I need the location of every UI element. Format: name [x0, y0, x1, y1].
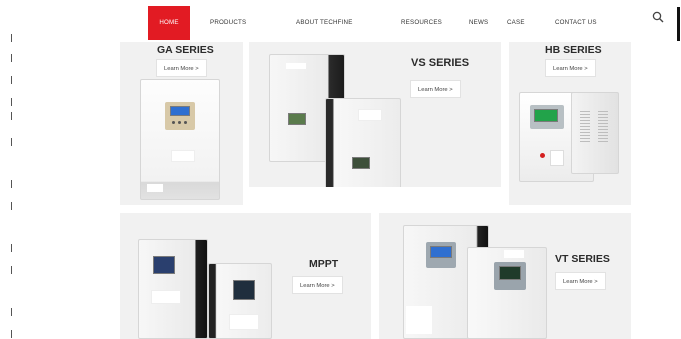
control-panel	[530, 105, 564, 129]
product-card-mppt[interactable]: MPPT Learn More >	[120, 213, 371, 339]
lcd-screen	[499, 266, 521, 280]
edge-tick	[11, 98, 12, 106]
label-sticker	[229, 314, 259, 330]
vent	[598, 111, 608, 143]
product-card-hb[interactable]: HB SERIES Learn More >	[509, 42, 631, 205]
nav-home[interactable]: HOME	[148, 6, 190, 40]
lcd-screen	[534, 109, 558, 122]
edge-tick	[11, 244, 12, 252]
label-sticker	[286, 63, 306, 69]
edge-tick	[11, 180, 12, 188]
learn-more-button[interactable]: Learn More >	[545, 59, 596, 77]
nav-news[interactable]: NEWS	[469, 6, 488, 40]
product-image-vs-front	[325, 98, 401, 187]
edge-tick	[11, 266, 12, 274]
learn-more-button[interactable]: Learn More >	[156, 59, 207, 77]
nav-resources[interactable]: RESOURCES	[401, 6, 442, 40]
control-panel	[494, 262, 526, 290]
nav-about-techfine[interactable]: ABOUT TECHFINE	[296, 6, 353, 40]
learn-more-button[interactable]: Learn More >	[555, 272, 606, 290]
edge-tick	[11, 202, 12, 210]
product-title: MPPT	[309, 258, 339, 270]
power-switch	[540, 153, 545, 158]
product-image-ga	[140, 79, 220, 200]
label-sticker	[151, 290, 181, 304]
button-dot	[178, 121, 181, 124]
product-card-ga[interactable]: GA SERIES Learn More >	[120, 42, 243, 205]
edge-tick	[11, 138, 12, 146]
control-panel	[426, 242, 456, 268]
edge-tick	[11, 76, 12, 84]
label-sticker	[147, 184, 163, 192]
edge-tick	[11, 330, 12, 338]
lcd-screen	[430, 246, 452, 258]
product-card-vs[interactable]: VS SERIES Learn More >	[249, 42, 501, 187]
scrollbar-edge	[677, 7, 680, 41]
edge-tick	[11, 308, 12, 316]
lcd-screen	[153, 256, 175, 274]
control-panel	[165, 102, 195, 130]
product-image-mppt-front	[208, 263, 272, 339]
nav-case[interactable]: CASE	[507, 6, 525, 40]
lcd-screen	[288, 113, 306, 125]
learn-more-button[interactable]: Learn More >	[292, 276, 343, 294]
product-title: GA SERIES	[157, 44, 214, 56]
label-sticker	[171, 150, 195, 162]
label-sticker	[504, 250, 524, 258]
vent	[580, 111, 590, 143]
product-image-vt-front	[467, 247, 547, 339]
nav-contact-us[interactable]: CONTACT US	[555, 6, 597, 40]
product-card-vt[interactable]: VT SERIES Learn More >	[379, 213, 631, 339]
main-nav: HOME PRODUCTS ABOUT TECHFINE RESOURCES N…	[0, 6, 681, 40]
product-title: VS SERIES	[411, 57, 470, 69]
lcd-screen	[233, 280, 255, 300]
lcd-screen	[352, 157, 370, 169]
button-dot	[172, 121, 175, 124]
label-sticker	[406, 306, 432, 334]
label-sticker	[550, 150, 564, 166]
product-image-mppt-back	[138, 239, 208, 339]
edge-tick	[11, 54, 12, 62]
product-title: HB SERIES	[545, 44, 602, 56]
learn-more-button[interactable]: Learn More >	[410, 80, 461, 98]
search-icon[interactable]	[652, 11, 664, 23]
nav-products[interactable]: PRODUCTS	[210, 6, 246, 40]
edge-tick	[11, 112, 12, 120]
lcd-screen	[170, 106, 190, 116]
product-image-hb-side	[571, 92, 619, 174]
button-dot	[184, 121, 187, 124]
label-sticker	[358, 109, 382, 121]
product-title: VT SERIES	[555, 253, 610, 265]
